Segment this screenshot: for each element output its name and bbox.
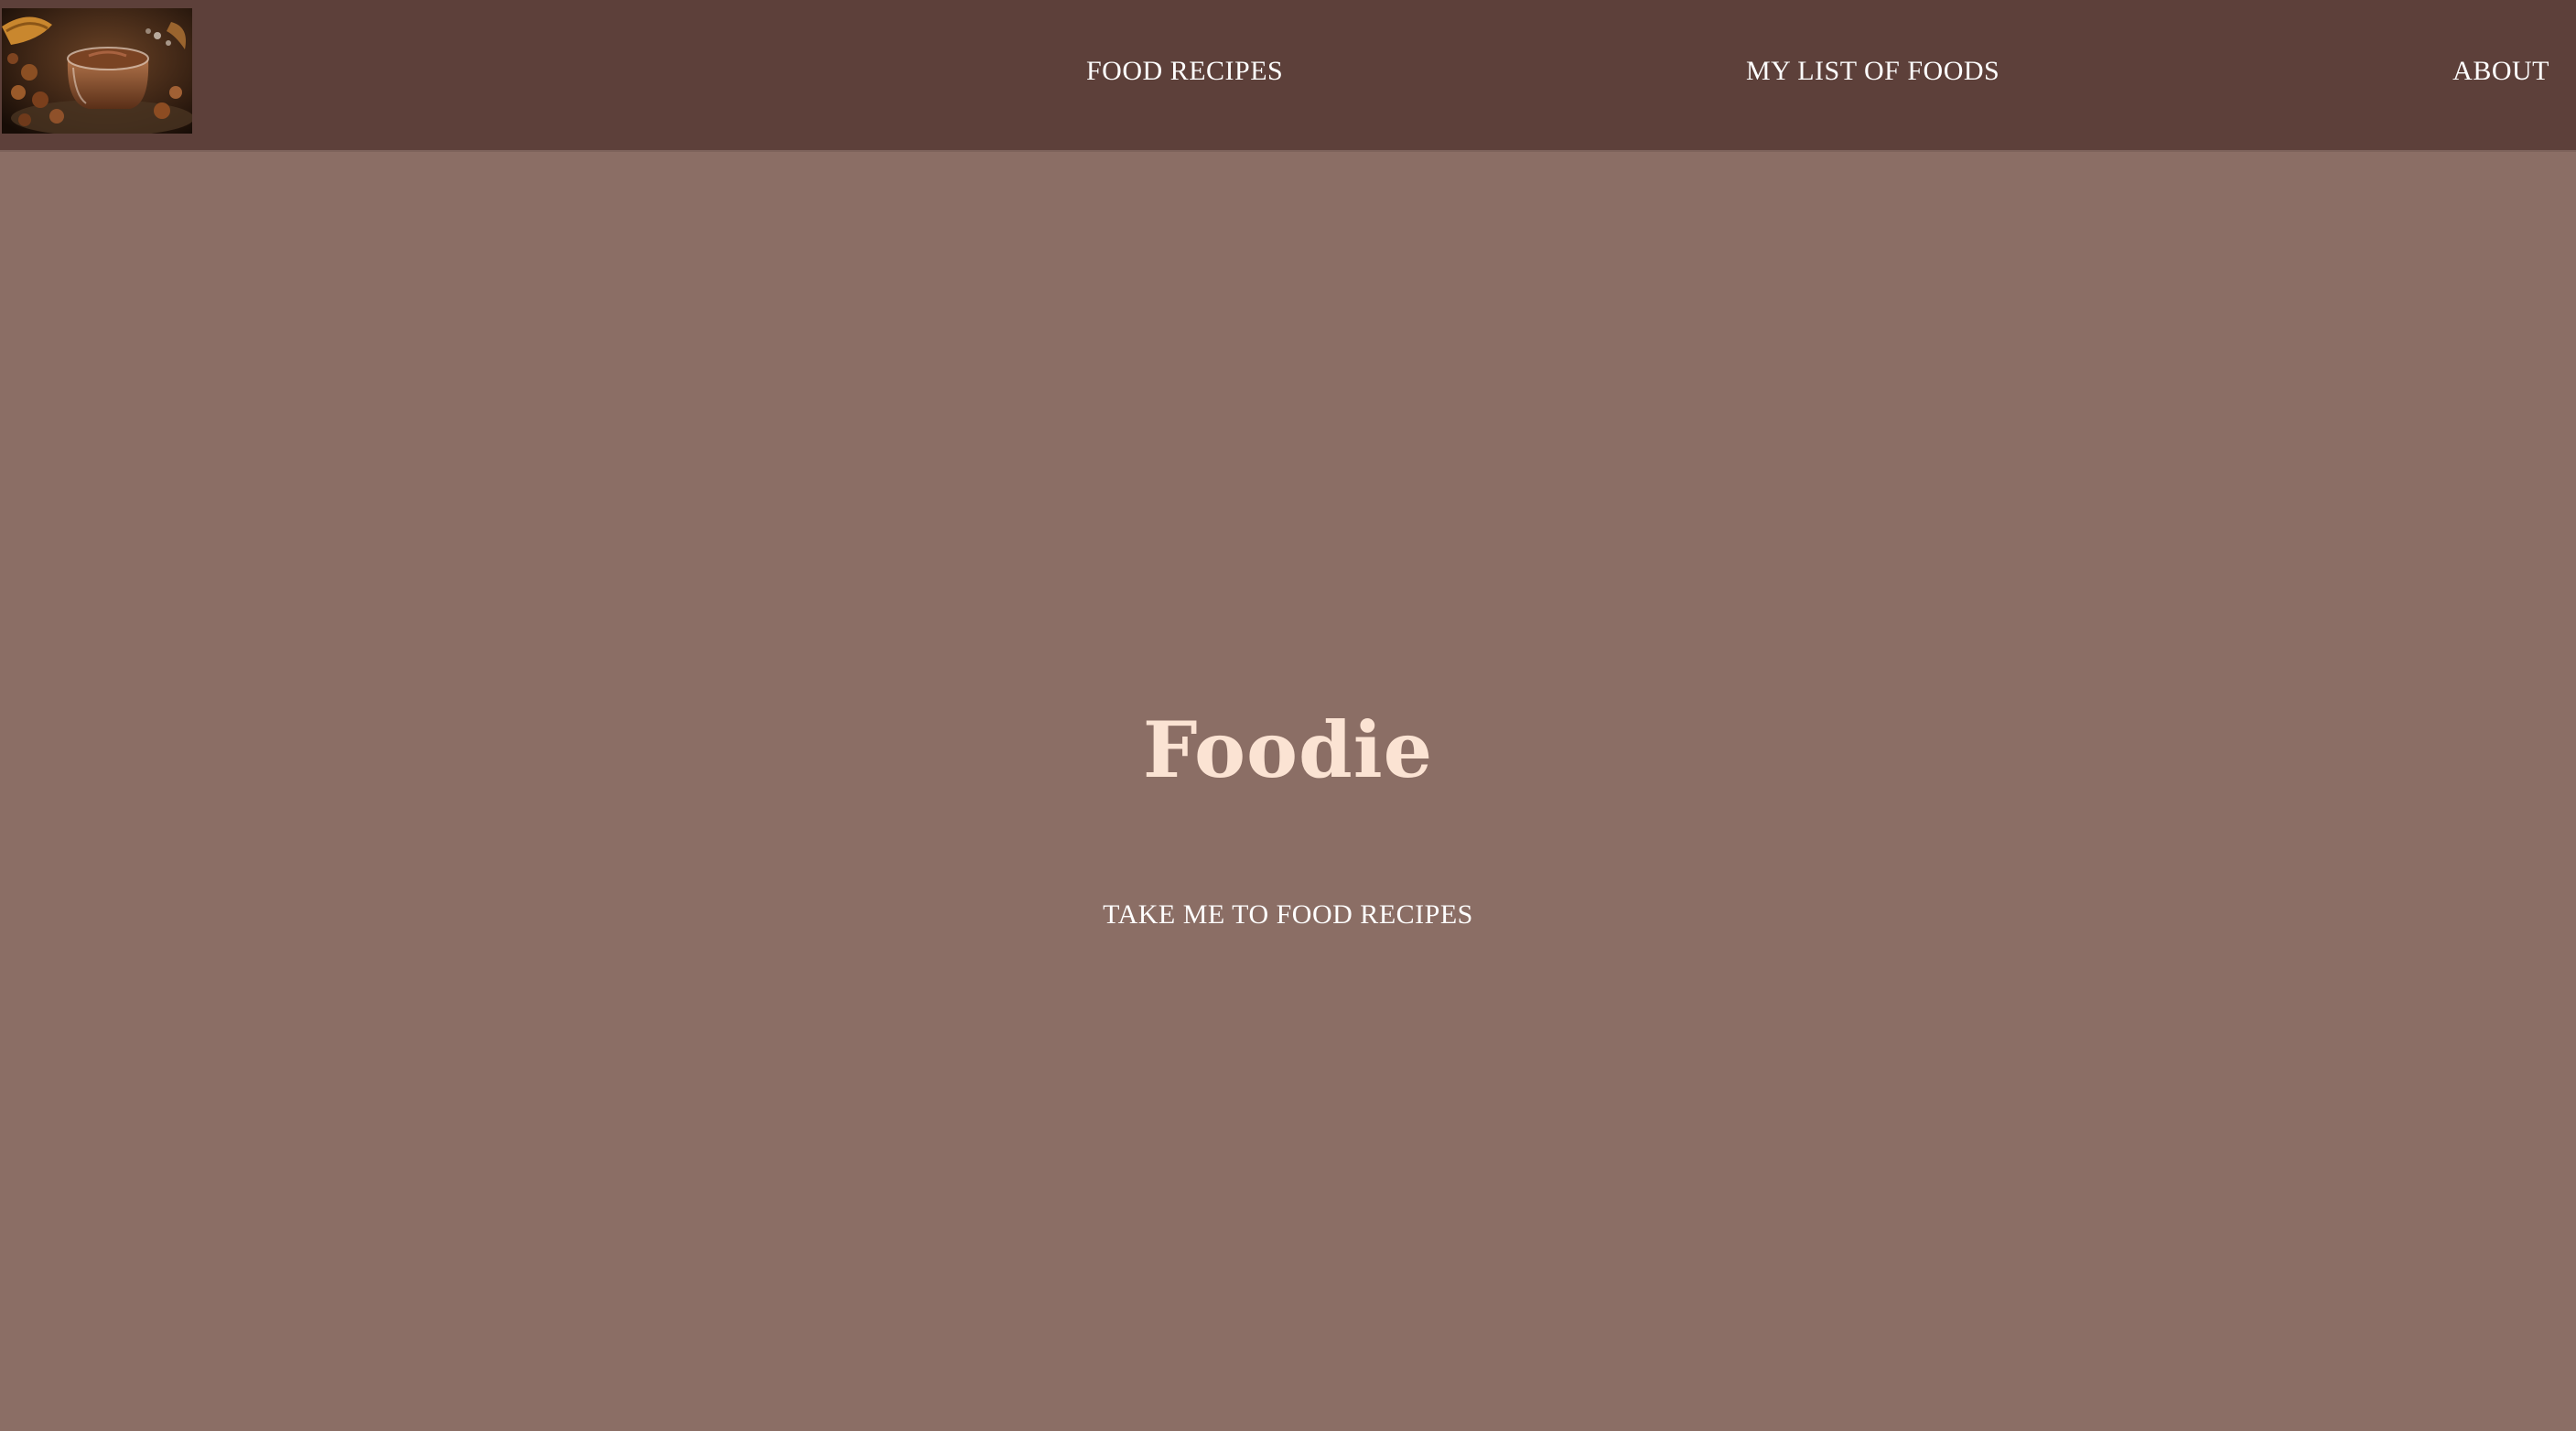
site-logo[interactable]	[2, 8, 192, 134]
nav-link-my-list-of-foods[interactable]: MY LIST OF FOODS	[1746, 51, 1999, 91]
nav-link-about[interactable]: ABOUT	[2452, 51, 2549, 91]
chocolate-spread-jar-photo-icon	[2, 8, 192, 134]
take-me-to-food-recipes-button[interactable]: TAKE ME TO FOOD RECIPES	[1103, 895, 1473, 935]
nav-link-food-recipes[interactable]: FOOD RECIPES	[1086, 51, 1283, 91]
hero-section: Foodie TAKE ME TO FOOD RECIPES	[0, 154, 2576, 1431]
top-navbar: FOOD RECIPES MY LIST OF FOODS ABOUT	[0, 0, 2576, 152]
hero-title: Foodie	[1142, 705, 1434, 795]
hero-cta-container: TAKE ME TO FOOD RECIPES	[0, 895, 2576, 935]
